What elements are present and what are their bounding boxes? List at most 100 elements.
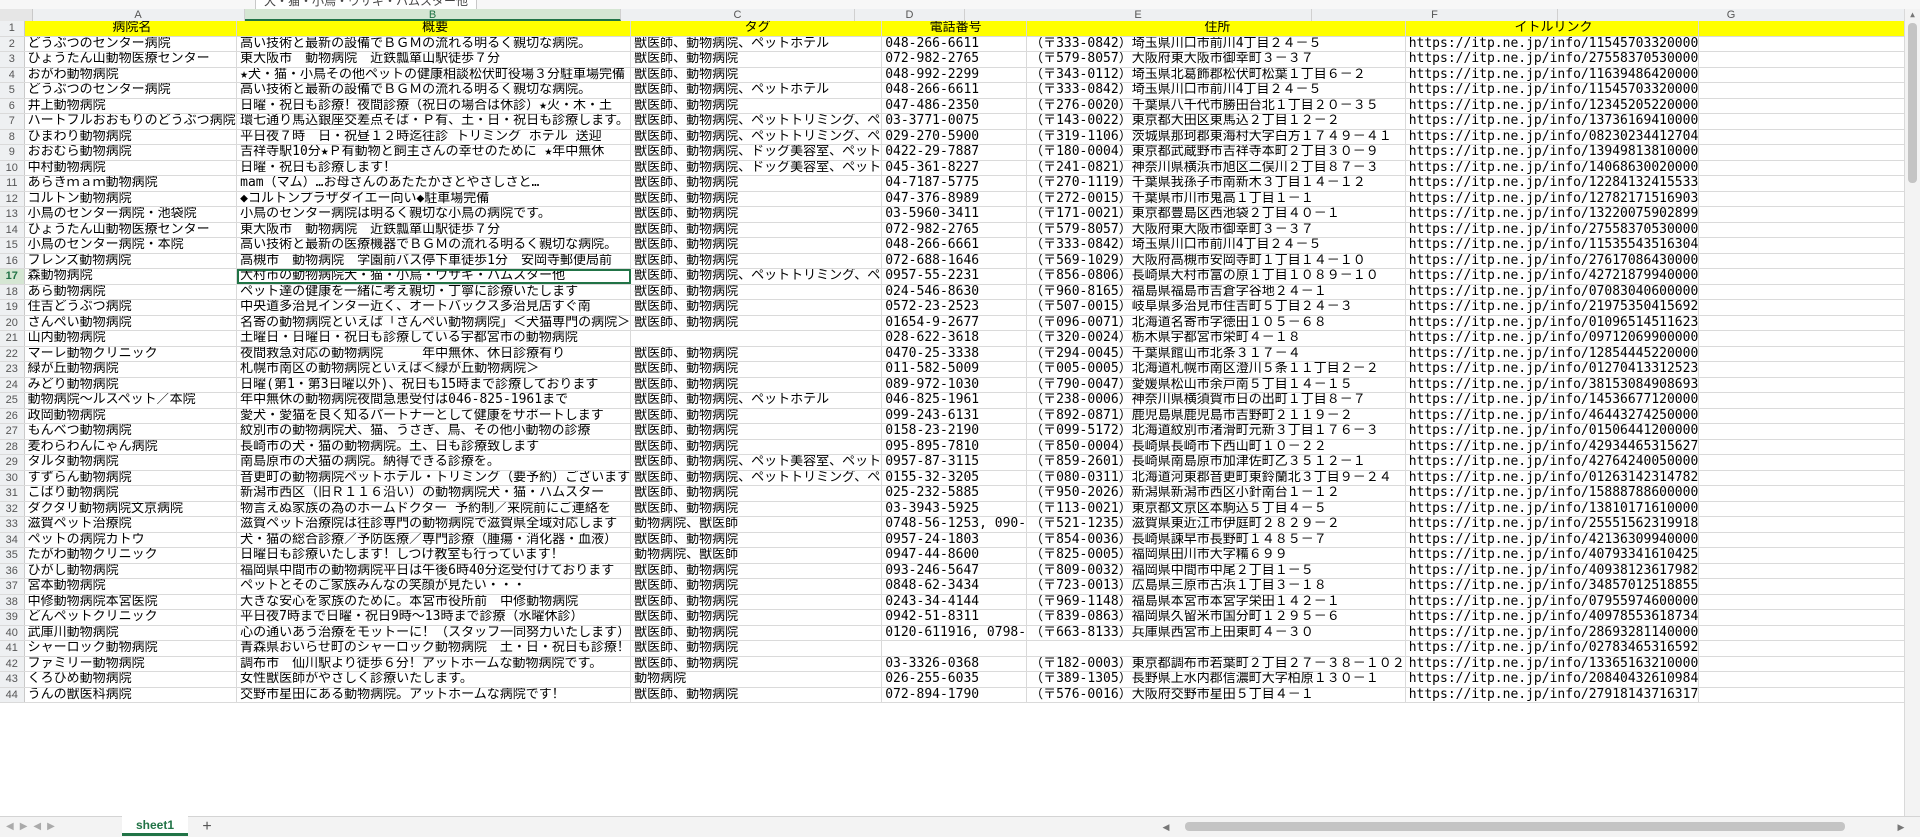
cell-phone[interactable]: 0422-29-7887	[881, 144, 1028, 161]
empty-cell[interactable]	[1698, 392, 1905, 409]
cell-tags[interactable]: 獣医師、動物病院	[630, 640, 883, 657]
header-address[interactable]: 住所	[1026, 21, 1406, 37]
selected-cell[interactable]: 大村市の動物病院犬・猫・小鳥・ウサギ・ハムスター他	[236, 268, 632, 285]
cell-tags[interactable]: 獣医師、動物病院	[630, 191, 883, 207]
row-number[interactable]: 2	[0, 36, 25, 52]
cell-tags[interactable]: 獣医師、動物病院、ペットトリミング、ペ	[630, 113, 883, 130]
cell-phone[interactable]: 099-243-6131	[881, 408, 1028, 424]
cell-phone[interactable]: 0947-44-8600	[881, 547, 1028, 564]
cell-hospital-name[interactable]: ペットの病院カトウ	[24, 532, 238, 548]
cell-summary[interactable]: 高い技術と最新の設備でＢＧＭの流れる明るく親切な病院。	[236, 36, 632, 52]
row-number[interactable]: 32	[0, 501, 25, 517]
cell-tags[interactable]: 動物病院、獣医師	[630, 547, 883, 564]
cell-link[interactable]: https://itp.ne.jp/info/11535543516304	[1405, 237, 1700, 254]
header-tags[interactable]: タグ	[630, 21, 883, 37]
empty-cell[interactable]	[1698, 160, 1905, 176]
cell-tags[interactable]: 獣医師、動物病院、ドッグ美容室、ペット	[630, 160, 883, 176]
cell-summary[interactable]: 日曜(第1・第3日曜以外)、祝日も15時まで診療しております	[236, 377, 632, 393]
row-number[interactable]: 14	[0, 222, 25, 238]
cell-hospital-name[interactable]: みどり動物病院	[24, 377, 238, 393]
cell-phone[interactable]: 03-3771-0075	[881, 113, 1028, 130]
cell-link[interactable]: https://itp.ne.jp/info/08230234412704	[1405, 129, 1700, 145]
cell-hospital-name[interactable]: ファミリー動物病院	[24, 656, 238, 672]
cell-phone[interactable]: 048-266-6611	[881, 36, 1028, 52]
cell-phone[interactable]: 0942-51-8311	[881, 609, 1028, 626]
cell-phone[interactable]: 089-972-1030	[881, 377, 1028, 393]
column-header-b[interactable]: B	[245, 9, 621, 21]
cell-link[interactable]: https://itp.ne.jp/info/12284132415533	[1405, 175, 1700, 192]
cell-phone[interactable]: 047-486-2350	[881, 98, 1028, 114]
cell-tags[interactable]: 獣医師、動物病院、ドッグ美容室、ペット	[630, 144, 883, 161]
column-header-g[interactable]: G	[1558, 9, 1905, 21]
row-number[interactable]: 18	[0, 284, 25, 300]
cell-tags[interactable]: 獣医師、動物病院	[630, 98, 883, 114]
row-number[interactable]: 28	[0, 439, 25, 455]
empty-cell[interactable]	[1698, 315, 1905, 331]
cell-tags[interactable]: 獣医師、動物病院	[630, 594, 883, 610]
cell-link[interactable]: https://itp.ne.jp/info/20840432610984	[1405, 671, 1700, 688]
cell-summary[interactable]: 大きな安心を家族のために。本宮市役所前 中修動物病院	[236, 594, 632, 610]
row-number[interactable]: 44	[0, 687, 25, 703]
cell-phone[interactable]: 026-255-6035	[881, 671, 1028, 688]
cell-hospital-name[interactable]: ひがし動物病院	[24, 563, 238, 579]
cell-tags[interactable]: 獣医師、動物病院	[630, 222, 883, 238]
cell-address[interactable]: （〒859-2601）長崎県南島原市加津佐町乙３５１２－１	[1026, 454, 1406, 471]
vertical-scroll-thumb[interactable]	[1908, 23, 1917, 183]
cell-phone[interactable]: 0957-55-2231	[881, 268, 1028, 285]
cell-link[interactable]: https://itp.ne.jp/info/13365163210000	[1405, 656, 1700, 672]
cell-tags[interactable]: 獣医師、動物病院	[630, 377, 883, 393]
empty-cell[interactable]	[1698, 191, 1905, 207]
vertical-scrollbar[interactable]: ▲	[1904, 9, 1920, 816]
cell-tags[interactable]: 獣医師、動物病院	[630, 253, 883, 269]
cell-address[interactable]: （〒272-0015）千葉県市川市鬼高１丁目１－１	[1026, 191, 1406, 207]
row-number[interactable]: 12	[0, 191, 25, 207]
cell-address[interactable]: （〒241-0821）神奈川県横浜市旭区二俣川２丁目８７－３	[1026, 160, 1406, 176]
row-number[interactable]: 3	[0, 51, 25, 68]
cell-address[interactable]: （〒569-1029）大阪府高槻市安岡寺町１丁目１４－１０	[1026, 253, 1406, 269]
cell-hospital-name[interactable]: 麦わらわんにゃん病院	[24, 439, 238, 455]
cell-summary[interactable]: ◆コルトンプラザダイエー向い◆駐車場完備	[236, 191, 632, 207]
cell-tags[interactable]: 獣医師、動物病院、ペットホテル	[630, 82, 883, 99]
cell-hospital-name[interactable]: コルトン動物病院	[24, 191, 238, 207]
cell-tags[interactable]: 獣医師、動物病院、ペットトリミング、ペ	[630, 470, 883, 486]
cell-summary[interactable]: 平日夜７時 日・祝昼１２時迄往診 トリミング ホテル 送迎	[236, 129, 632, 145]
cell-link[interactable]: https://itp.ne.jp/info/01263142314782	[1405, 470, 1700, 486]
cell-summary[interactable]: 札幌市南区の動物病院といえば＜緑が丘動物病院＞	[236, 361, 632, 378]
cell-address[interactable]: （〒850-0004）長崎県長崎市下西山町１０－２２	[1026, 439, 1406, 455]
cell-tags[interactable]: 獣医師、動物病院、ペットトリミング、ペ	[630, 129, 883, 145]
cell-tags[interactable]: 獣医師、動物病院	[630, 206, 883, 223]
cell-address[interactable]: （〒320-0024）栃木県宇都宮市栄町４－１８	[1026, 330, 1406, 347]
cell-phone[interactable]: 072-982-2765	[881, 51, 1028, 68]
cell-link[interactable]: https://itp.ne.jp/info/13810171610000	[1405, 501, 1700, 517]
empty-cell[interactable]	[1698, 594, 1905, 610]
cell-summary[interactable]: 女性獣医師がやさしく診療いたします。	[236, 671, 632, 688]
cell-phone[interactable]: 095-895-7810	[881, 439, 1028, 455]
row-number[interactable]: 30	[0, 470, 25, 486]
cell-summary[interactable]: 長崎市の犬・猫の動物病院。土、日も診療致します	[236, 439, 632, 455]
cell-phone[interactable]: 0243-34-4144	[881, 594, 1028, 610]
empty-cell[interactable]	[1698, 222, 1905, 238]
empty-cell[interactable]	[1698, 439, 1905, 455]
cell-hospital-name[interactable]: うんの獣医科病院	[24, 687, 238, 703]
empty-cell[interactable]	[1698, 98, 1905, 114]
cell-address[interactable]: （〒099-5172）北海道紋別市渚滑町元新３丁目１７６－３	[1026, 423, 1406, 440]
cell-link[interactable]: https://itp.ne.jp/info/14068630020000	[1405, 160, 1700, 176]
cell-link[interactable]: https://itp.ne.jp/info/02783465316592	[1405, 640, 1700, 657]
cell-address[interactable]: （〒171-0021）東京都豊島区西池袋２丁目４０－１	[1026, 206, 1406, 223]
cell-tags[interactable]: 獣医師、動物病院	[630, 315, 883, 331]
empty-cell[interactable]	[1698, 687, 1905, 703]
cell-summary[interactable]: 年中無休の動物病院夜間急患受付は046-825-1961まで	[236, 392, 632, 409]
row-number[interactable]: 34	[0, 532, 25, 548]
row-number[interactable]: 1	[0, 21, 25, 37]
row-number[interactable]: 20	[0, 315, 25, 331]
cell-phone[interactable]: 045-361-8227	[881, 160, 1028, 176]
cell-summary[interactable]: 音更町の動物病院ペットホテル・トリミング（要予約）ございます	[236, 470, 632, 486]
cell-hospital-name[interactable]: たがわ動物クリニック	[24, 547, 238, 564]
cell-address[interactable]: （〒579-8057）大阪府東大阪市御幸町３－３７	[1026, 51, 1406, 68]
cell-hospital-name[interactable]: フレンズ動物病院	[24, 253, 238, 269]
cell-address[interactable]: （〒080-0311）北海道河東郡音更町東鈴蘭北３丁目９－２４	[1026, 470, 1406, 486]
cell-summary[interactable]: 名寄の動物病院といえば「さんぺい動物病院」＜犬猫専門の病院＞	[236, 315, 632, 331]
empty-cell[interactable]	[1698, 563, 1905, 579]
cell-link[interactable]: https://itp.ne.jp/info/27558370530000	[1405, 51, 1700, 68]
cell-phone[interactable]: 0748-56-1253, 090-	[881, 516, 1028, 533]
